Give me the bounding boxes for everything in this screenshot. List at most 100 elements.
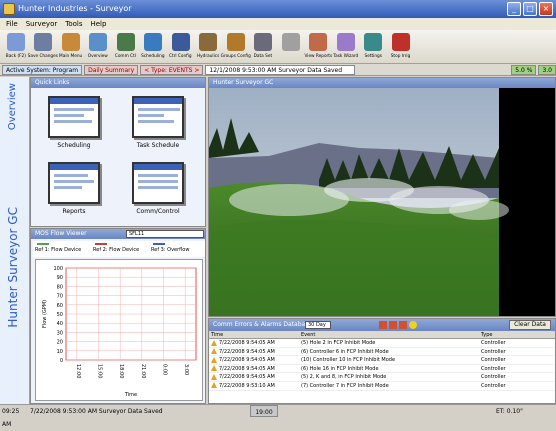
toolbar-button-13[interactable]: Settings <box>360 30 388 64</box>
report-icon <box>309 33 328 51</box>
alarms-filter-select[interactable]: 30 Day <box>305 321 331 329</box>
col-event[interactable]: Event <box>301 331 481 338</box>
alarm-row[interactable]: 7/22/2008 9:54:05 AM (5) Hole 2 in FCP In… <box>209 339 555 348</box>
toolbar-button-10[interactable] <box>277 30 305 64</box>
x-tick-label: 18:00 <box>118 364 124 378</box>
toolbar-button-8[interactable]: Groups Config <box>220 30 251 64</box>
event-ticker: 12/1/2008 9:53:00 AM Surveyor Data Saved <box>205 64 356 75</box>
app-icon <box>3 3 15 15</box>
menu-surveyor[interactable]: Surveyor <box>26 18 58 30</box>
alarm-row[interactable]: 7/22/2008 9:54:05 AM (6) Hole 16 in FCP I… <box>209 365 555 374</box>
daily-summary-label[interactable]: Daily Summary <box>84 64 139 75</box>
alarms-column-headers: Time Event Type <box>209 331 555 339</box>
filter-icon-3[interactable] <box>399 321 407 329</box>
y-tick-label: 100 <box>53 266 63 272</box>
toolbar-label: View Reports <box>304 53 333 59</box>
alarm-time-text: 7/22/2008 9:54:05 AM <box>219 348 275 355</box>
toolbar-button-1[interactable]: Save Changes <box>28 30 58 64</box>
toolbar-label: Settings <box>364 53 382 59</box>
toolbar-label: Stop Irrig <box>390 53 411 59</box>
toolbar-button-6[interactable]: Ctrl Config <box>167 30 195 64</box>
flow-sensor-select[interactable]: SFL11 <box>126 230 204 238</box>
alarm-time-text: 7/22/2008 9:54:05 AM <box>219 374 275 381</box>
alarms-title: Comm Errors & Alarms Database <box>213 321 313 328</box>
y-tick-label: 40 <box>57 321 63 327</box>
y-tick-label: 30 <box>57 330 63 336</box>
col-type[interactable]: Type <box>481 331 551 338</box>
toolbar-button-5[interactable]: Scheduling <box>140 30 168 64</box>
filter-icon-2[interactable] <box>389 321 397 329</box>
brand-label: Hunter Surveyor GC <box>6 207 20 328</box>
alarm-type: Controller <box>481 357 506 364</box>
task-schedule-thumbnail[interactable]: Task Schedule <box>127 96 189 158</box>
back-arrow-icon <box>6 33 25 51</box>
alarm-type: Controller <box>481 382 506 389</box>
menu-file[interactable]: File <box>6 18 18 30</box>
legend-swatch-3 <box>153 243 165 245</box>
alarms-header: Comm Errors & Alarms Database 30 Day Cle… <box>209 319 555 331</box>
alarms-panel: Comm Errors & Alarms Database 30 Day Cle… <box>208 318 556 404</box>
warning-icon <box>211 348 217 355</box>
legend-item-3: Ref 3: Overflow <box>151 247 190 253</box>
toolbar-button-3[interactable]: Overview <box>85 30 113 64</box>
toolbar-label: Hydraulics <box>197 53 220 59</box>
wizard-icon <box>336 33 355 51</box>
toolbar-button-4[interactable]: Comm Ctl <box>112 30 140 64</box>
toolbar-button-7[interactable]: Hydraulics <box>195 30 223 64</box>
filter-icon-1[interactable] <box>379 321 387 329</box>
clear-data-button[interactable]: Clear Data <box>509 320 551 330</box>
toolbar-button-2[interactable]: Main Menu <box>57 30 85 64</box>
x-tick-label: 15:00 <box>97 364 103 378</box>
alarm-event: (6) Controller 6 in FCP Inhibit Mode <box>301 348 389 355</box>
toolbar-label: Groups Config <box>220 53 251 59</box>
x-tick-label: 0:00 <box>162 364 168 375</box>
overview-nav-link[interactable]: Overview <box>7 83 18 130</box>
save-icon <box>34 33 53 51</box>
warning-icon <box>211 373 217 380</box>
golf-course-photo <box>209 88 555 316</box>
menu-tools[interactable]: Tools <box>65 18 82 30</box>
magnifier-icon <box>144 33 163 51</box>
alarm-event: (5) Hole 2 in FCP Inhibit Mode <box>301 340 376 346</box>
warning-icon <box>211 339 217 346</box>
valve-icon <box>199 33 218 51</box>
toolbar-button-11[interactable]: View Reports <box>304 30 333 64</box>
comm-control-thumbnail[interactable]: Comm/Control <box>127 162 189 224</box>
toolbar-button-9[interactable]: Data Set <box>250 30 278 64</box>
faucet-icon <box>254 33 273 51</box>
flow-viewer-panel: MOS Flow Viewer SFL11 Ref 1: Flow Device… <box>30 228 206 404</box>
active-system-label: Active System: Program <box>2 64 83 75</box>
menu-help[interactable]: Help <box>90 18 106 30</box>
alarm-type: Controller <box>481 348 506 355</box>
alarm-row[interactable]: 7/22/2008 9:54:05 AM (5) 2, K and 8, in F… <box>209 373 555 382</box>
toolbar-label: Comm Ctl <box>115 53 137 59</box>
scheduling-thumbnail[interactable]: Scheduling <box>43 96 105 158</box>
antenna-icon <box>116 33 135 51</box>
type-selector[interactable]: < Type: EVENTS > <box>140 64 204 75</box>
alarm-row[interactable]: 7/22/2008 9:53:10 AM (7) Controller 7 in … <box>209 382 555 391</box>
alarm-time: 7/22/2008 9:54:05 AM <box>209 356 301 364</box>
wand-icon <box>281 33 300 51</box>
col-time[interactable]: Time <box>209 331 301 338</box>
alarm-event: (10) Controller 10 in FCP Inhibit Mode <box>301 357 396 364</box>
alarm-time-text: 7/22/2008 9:54:05 AM <box>219 357 275 364</box>
alarm-row[interactable]: 7/22/2008 9:54:05 AM (6) Controller 6 in … <box>209 348 555 357</box>
close-button[interactable]: × <box>539 2 553 16</box>
y-tick-label: 10 <box>57 349 63 355</box>
maximize-button[interactable]: □ <box>523 2 537 16</box>
toolbar-label: Overview <box>88 53 109 59</box>
alarm-row[interactable]: 7/22/2008 9:54:05 AM (10) Controller 10 i… <box>209 356 555 365</box>
alarm-type: Controller <box>481 365 506 372</box>
right-value: 3.0 <box>538 64 556 75</box>
reports-thumbnail[interactable]: Reports <box>43 162 105 224</box>
x-axis-label: Time <box>124 392 137 398</box>
alarm-time-text: 7/22/2008 9:53:10 AM <box>219 382 275 389</box>
toolbar-button-14[interactable]: Stop Irrig <box>387 30 415 64</box>
toolbar-button-0[interactable]: Back (F2) <box>2 30 30 64</box>
minimize-button[interactable]: _ <box>507 2 521 16</box>
camera-title: Hunter Surveyor GC <box>209 78 555 88</box>
filter-icon-4[interactable] <box>409 321 417 329</box>
toolbar-button-12[interactable]: Task Wizard <box>332 30 360 64</box>
gear-icon <box>364 33 383 51</box>
alarm-event: (6) Hole 16 in FCP Inhibit Mode <box>301 365 379 372</box>
